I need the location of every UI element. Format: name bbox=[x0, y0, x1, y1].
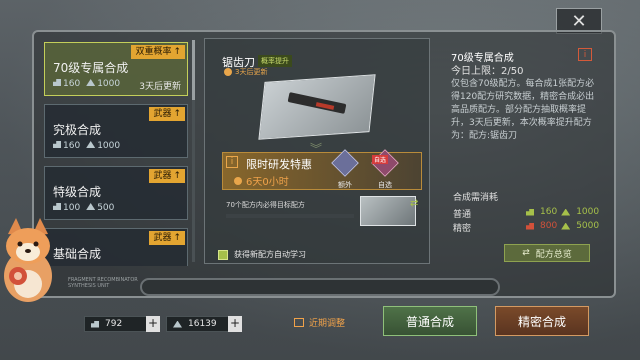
auto-learn-toggle[interactable]: 获得新配方自动学习 bbox=[218, 249, 306, 260]
recipe-refresh: 3天后更新 bbox=[139, 82, 181, 92]
recipe-item-70[interactable]: 双重概率 ↑ 70级专属合成 160 1000 3天后更新 bbox=[44, 42, 188, 96]
recipe-costs: 100 500 bbox=[53, 203, 114, 213]
recent-adjust-label: 近期调整 bbox=[309, 319, 346, 329]
recipe-tag: 武器 ↑ bbox=[149, 107, 185, 121]
research-data-icon bbox=[526, 208, 534, 216]
recipe-cost-b: 1000 bbox=[97, 79, 121, 89]
recipe-name: 70级专属合成 bbox=[53, 61, 129, 75]
clock-icon bbox=[234, 176, 242, 185]
recipe-tag-label: 武器 bbox=[153, 171, 172, 181]
info-icon: i bbox=[226, 156, 238, 168]
bonus-choice-label: 自选 bbox=[378, 181, 392, 189]
recipe-overview-button[interactable]: ⇄ 配方总览 bbox=[504, 244, 590, 262]
material-icon bbox=[86, 203, 96, 210]
offer-time-text: 6天0小时 bbox=[246, 177, 289, 188]
close-icon: ✕ bbox=[571, 10, 587, 32]
recipe-tag: 武器 ↑ bbox=[149, 231, 185, 245]
recipe-tag-label: 武器 bbox=[153, 109, 172, 119]
recipe-cost-a: 160 bbox=[63, 79, 81, 89]
recipe-tag-label: 武器 bbox=[153, 233, 172, 243]
cost-normal-a: 160 bbox=[540, 207, 558, 217]
info-icon[interactable]: i bbox=[578, 48, 592, 61]
bonus-choice-tag: 自选 bbox=[372, 155, 389, 164]
guarantee-progress-bar bbox=[226, 214, 354, 218]
recent-adjust-link[interactable]: 近期调整 bbox=[294, 316, 345, 329]
material-value: 16139 bbox=[188, 319, 217, 329]
bonus-extra-label: 额外 bbox=[338, 181, 352, 189]
target-blueprint-card[interactable] bbox=[360, 196, 416, 226]
research-data-counter: 792 bbox=[84, 316, 148, 332]
recipe-costs: 160 1000 bbox=[53, 141, 120, 151]
cost-row-normal-label: 普通 bbox=[453, 210, 472, 220]
material-icon bbox=[561, 208, 571, 216]
recipe-name: 究极合成 bbox=[53, 123, 102, 137]
daily-limit: 今日上限：2/50 bbox=[451, 66, 524, 77]
recipe-description: 仅包含70级配方。每合成1张配方必得120配方研究数据，精密合成必出高品质配方。… bbox=[451, 79, 595, 141]
add-research-data-button[interactable]: + bbox=[146, 316, 160, 332]
cost-title: 合成需消耗 bbox=[453, 193, 499, 203]
research-data-icon bbox=[91, 320, 99, 328]
recipe-list[interactable]: 双重概率 ↑ 70级专属合成 160 1000 3天后更新 武器 ↑ 究极合成 … bbox=[40, 38, 190, 266]
cost-row-precise-label: 精密 bbox=[453, 224, 472, 234]
research-data-icon bbox=[53, 203, 61, 210]
recipe-cost-a: 160 bbox=[63, 141, 81, 151]
recipe-name: 基础合成 bbox=[53, 247, 102, 261]
recipe-overview-label: 配方总览 bbox=[535, 249, 572, 260]
arrow-up-icon: ↑ bbox=[173, 47, 181, 57]
recipe-tag: 双重概率 ↑ bbox=[131, 45, 185, 59]
material-icon bbox=[561, 222, 571, 230]
material-icon bbox=[86, 79, 96, 86]
arrow-up-icon: ↑ bbox=[173, 233, 181, 243]
cost-row-normal: 160 1000 bbox=[526, 207, 599, 217]
recipe-item-special[interactable]: 武器 ↑ 特级合成 100 500 bbox=[44, 166, 188, 220]
cost-row-precise: 800 5000 bbox=[526, 221, 599, 231]
recipe-scrollbar-thumb[interactable] bbox=[192, 40, 195, 100]
precise-synthesis-button[interactable]: 精密合成 bbox=[495, 306, 589, 336]
weapon-timer-text: 3天后更新 bbox=[235, 68, 268, 76]
shiba-mascot-icon[interactable] bbox=[0, 214, 56, 310]
rate-up-badge: 概率提升 bbox=[258, 55, 292, 67]
guarantee-text: 70个配方内必得目标配方 bbox=[226, 201, 305, 209]
recipe-tag-label: 双重概率 bbox=[135, 47, 172, 57]
recipe-item-basic[interactable]: 武器 ↑ 基础合成 bbox=[44, 228, 188, 266]
cost-precise-b: 5000 bbox=[576, 221, 600, 231]
recipe-tag: 武器 ↑ bbox=[149, 169, 185, 183]
recipe-cost-b: 500 bbox=[97, 203, 115, 213]
auto-learn-label: 获得新配方自动学习 bbox=[234, 250, 306, 259]
swap-icon: ⇄ bbox=[522, 248, 530, 258]
weapon-timer: 3天后更新 bbox=[224, 67, 267, 77]
research-data-icon bbox=[53, 141, 61, 148]
watermark-line2: SYNTHESIS UNIT bbox=[68, 283, 110, 289]
research-data-value: 792 bbox=[105, 319, 123, 329]
recipe-costs: 160 1000 bbox=[53, 79, 120, 89]
clock-icon bbox=[224, 68, 232, 76]
normal-synthesis-button[interactable]: 普通合成 bbox=[383, 306, 477, 336]
research-data-icon bbox=[53, 79, 61, 86]
cost-precise-a: 800 bbox=[540, 221, 558, 231]
add-material-button[interactable]: + bbox=[228, 316, 242, 332]
material-icon bbox=[173, 320, 182, 328]
cost-normal-b: 1000 bbox=[576, 207, 600, 217]
swap-icon[interactable]: ⇄ bbox=[410, 198, 418, 209]
machine-watermark: FRAGMENT RECOMBINATOR SYNTHESIS UNIT bbox=[68, 277, 138, 289]
recipe-item-ultimate[interactable]: 武器 ↑ 究极合成 160 1000 bbox=[44, 104, 188, 158]
calendar-icon bbox=[294, 318, 304, 327]
auto-learn-checkbox[interactable] bbox=[218, 249, 228, 260]
material-counter: 16139 bbox=[166, 316, 236, 332]
recipe-cost-b: 1000 bbox=[97, 141, 121, 151]
material-icon bbox=[86, 141, 96, 148]
synthesis-slot-bar bbox=[140, 278, 500, 296]
offer-time: 6天0小时 bbox=[234, 173, 289, 188]
recipe-cost-a: 100 bbox=[63, 203, 81, 213]
arrow-up-icon: ↑ bbox=[173, 109, 181, 119]
offer-title: 限时研发特惠 bbox=[246, 158, 312, 171]
arrow-up-icon: ↑ bbox=[173, 171, 181, 181]
research-data-icon bbox=[526, 222, 534, 230]
recipe-name: 特级合成 bbox=[53, 185, 102, 199]
